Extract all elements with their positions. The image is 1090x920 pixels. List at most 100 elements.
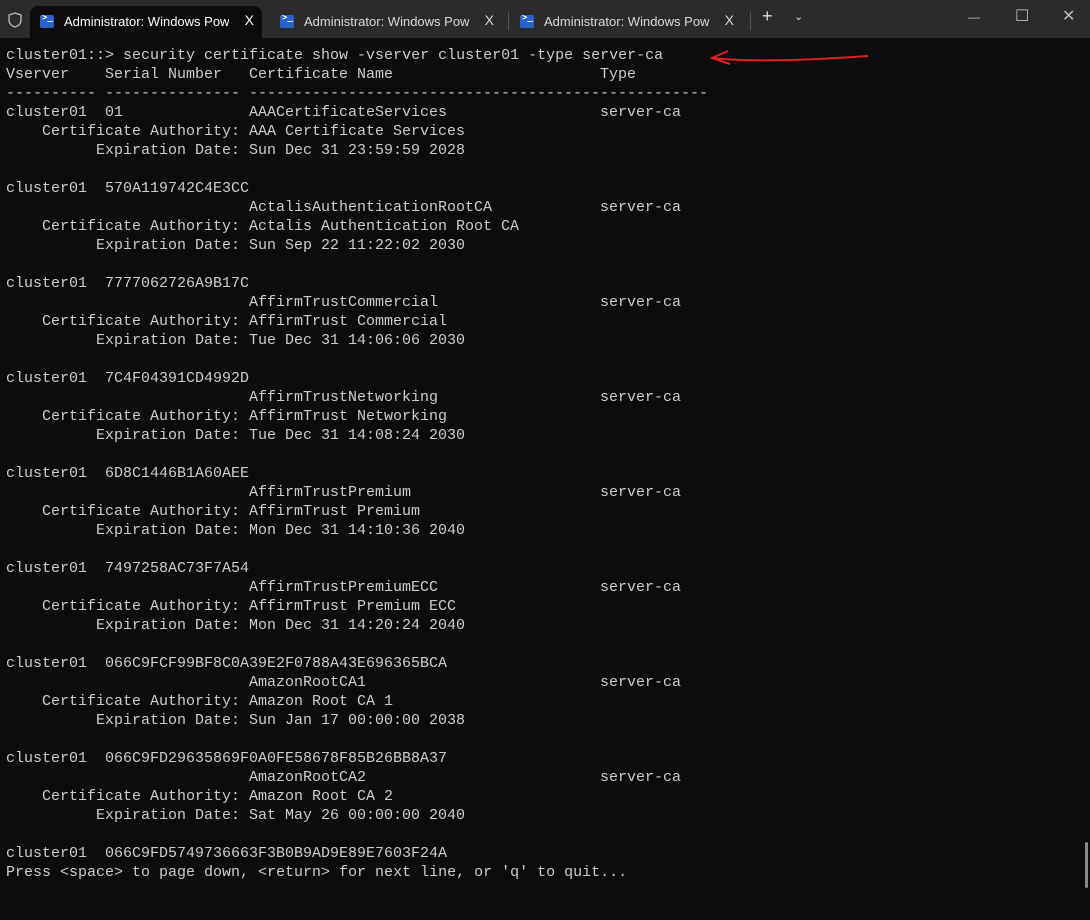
- cert-authority-row: Certificate Authority: Amazon Root CA 1: [6, 692, 393, 711]
- authority-label: Certificate Authority:: [42, 503, 241, 520]
- certificate-entry: cluster01 7497258AC73F7A54 AffirmTrustPrem…: [6, 559, 681, 654]
- cert-authority-row: Certificate Authority: AffirmTrust Networ…: [6, 407, 447, 426]
- cert-expiration-row: Expiration Date: Tue Dec 31 14:06:06 2030: [6, 331, 465, 350]
- tab-close-icon[interactable]: X: [485, 12, 494, 28]
- expiration-date: Mon Dec 31 14:10:36 2040: [249, 522, 466, 539]
- minimize-button[interactable]: —: [968, 10, 980, 24]
- tab-title: Administrator: Windows PowerShell: [64, 14, 229, 29]
- serial-number: 01: [105, 104, 124, 121]
- certificate-entry: cluster01 6D8C1446B1A60AEE AffirmTrustPrem…: [6, 464, 681, 559]
- scrollbar-thumb[interactable]: [1085, 842, 1088, 888]
- serial-number: 570A119742C4E3CC: [105, 180, 250, 197]
- expiration-date: Sat May 26 00:00:00 2040: [249, 807, 466, 824]
- certificate-entry: cluster01 7777062726A9B17C AffirmTrustComm…: [6, 274, 681, 369]
- command-line: cluster01::> security certificate show -…: [6, 46, 663, 65]
- serial-number: 066C9FD29635869F0A0FE58678F85B26BB8A37: [105, 750, 448, 767]
- terminal-output[interactable]: cluster01::> security certificate show -…: [6, 46, 708, 882]
- tab-3[interactable]: Administrator: Windows PowerShell X: [510, 6, 742, 38]
- vserver: cluster01: [6, 180, 88, 197]
- vserver: cluster01: [6, 750, 88, 767]
- maximize-button[interactable]: ☐: [1015, 6, 1029, 26]
- certificate-authority: AAA Certificate Services: [249, 123, 466, 140]
- expiration-label: Expiration Date:: [96, 332, 241, 349]
- certificate-name: ActalisAuthenticationRootCA: [249, 199, 493, 216]
- powershell-icon: [40, 13, 54, 28]
- cert-id-row: cluster01 7777062726A9B17C: [6, 274, 249, 293]
- tab-dropdown-button[interactable]: ⌄: [794, 10, 803, 23]
- cert-expiration-row: Expiration Date: Sun Jan 17 00:00:00 2038: [6, 711, 465, 730]
- certificate-name: AAACertificateServices: [249, 104, 448, 121]
- cert-authority-row: Certificate Authority: AAA Certificate Se…: [6, 122, 465, 141]
- expiration-label: Expiration Date:: [96, 142, 241, 159]
- expiration-date: Mon Dec 31 14:20:24 2040: [249, 617, 466, 634]
- tab-1[interactable]: Administrator: Windows PowerShell X: [30, 6, 262, 38]
- cert-id-row: cluster01 066C9FCF99BF8C0A39E2F0788A43E69…: [6, 654, 447, 673]
- separator-vserver: ----------: [6, 85, 97, 102]
- cert-expiration-row: Expiration Date: Tue Dec 31 14:08:24 2030: [6, 426, 465, 445]
- partial-row: cluster01 066C9FD5749736663F3B0B9AD9E89E…: [6, 844, 447, 863]
- cert-authority-row: Certificate Authority: Actalis Authentica…: [6, 217, 519, 236]
- tab-title: Administrator: Windows PowerShell: [304, 14, 469, 29]
- close-window-button[interactable]: ✕: [1062, 6, 1075, 26]
- cert-name-row: AffirmTrustNetworking server-ca: [6, 388, 681, 407]
- authority-label: Certificate Authority:: [42, 218, 241, 235]
- separator-serial: ---------------: [105, 85, 241, 102]
- certificate-entry: cluster01 01 AAACertificateServices server-…: [6, 103, 681, 179]
- powershell-icon: [520, 13, 534, 28]
- expiration-label: Expiration Date:: [96, 712, 241, 729]
- serial-number: 066C9FD5749736663F3B0B9AD9E89E7603F24A: [105, 845, 448, 862]
- cert-id-row: cluster01 066C9FD29635869F0A0FE58678F85B2…: [6, 749, 447, 768]
- certificate-name: AmazonRootCA2: [249, 769, 367, 786]
- vserver: cluster01: [6, 275, 88, 292]
- serial-number: 7777062726A9B17C: [105, 275, 250, 292]
- expiration-date: Sun Jan 17 00:00:00 2038: [249, 712, 466, 729]
- certificate-name: AffirmTrustPremiumECC: [249, 579, 439, 596]
- cert-authority-row: Certificate Authority: Amazon Root CA 2: [6, 787, 393, 806]
- cert-authority-row: Certificate Authority: AffirmTrust Premiu…: [6, 502, 420, 521]
- tab-close-icon[interactable]: X: [725, 12, 734, 28]
- tab-2[interactable]: Administrator: Windows PowerShell X: [270, 6, 502, 38]
- powershell-icon: [280, 13, 294, 28]
- certificate-type: server-ca: [600, 389, 682, 406]
- vserver: cluster01: [6, 655, 88, 672]
- certificate-name: AffirmTrustPremium: [249, 484, 412, 501]
- cert-authority-row: Certificate Authority: AffirmTrust Premiu…: [6, 597, 456, 616]
- certificate-entry: cluster01 066C9FD29635869F0A0FE58678F85B2…: [6, 749, 681, 844]
- certificate-authority: AffirmTrust Commercial: [249, 313, 448, 330]
- vserver: cluster01: [6, 845, 88, 862]
- command-text: cluster01::> security certificate show -…: [6, 47, 664, 64]
- cert-expiration-row: Expiration Date: Sun Sep 22 11:22:02 2030: [6, 236, 465, 255]
- vserver: cluster01: [6, 370, 88, 387]
- tab-close-icon[interactable]: X: [245, 12, 254, 28]
- cert-expiration-row: Expiration Date: Sat May 26 00:00:00 2040: [6, 806, 465, 825]
- separator-name: ---------------------------------------: [249, 85, 601, 102]
- certificate-authority: Actalis Authentication Root CA: [249, 218, 520, 235]
- new-tab-button[interactable]: +: [762, 6, 773, 27]
- certificate-name: AffirmTrustNetworking: [249, 389, 439, 406]
- certificate-type: server-ca: [600, 769, 682, 786]
- certificate-entry: cluster01 7C4F04391CD4992D AffirmTrustNetw…: [6, 369, 681, 464]
- cert-authority-row: Certificate Authority: AffirmTrust Commer…: [6, 312, 447, 331]
- cert-id-row: cluster01 7497258AC73F7A54: [6, 559, 249, 578]
- serial-number: 7C4F04391CD4992D: [105, 370, 250, 387]
- authority-label: Certificate Authority:: [42, 408, 241, 425]
- certificate-authority: Amazon Root CA 1: [249, 693, 394, 710]
- certificate-name: AffirmTrustCommercial: [249, 294, 439, 311]
- certificate-authority: AffirmTrust Premium: [249, 503, 421, 520]
- cert-expiration-row: Expiration Date: Mon Dec 31 14:10:36 2040: [6, 521, 465, 540]
- vserver: cluster01: [6, 560, 88, 577]
- authority-label: Certificate Authority:: [42, 598, 241, 615]
- pager-prompt-text: Press <space> to page down, <return> for…: [6, 864, 628, 881]
- cert-name-row: ActalisAuthenticationRootCA server-ca: [6, 198, 681, 217]
- authority-label: Certificate Authority:: [42, 123, 241, 140]
- authority-label: Certificate Authority:: [42, 693, 241, 710]
- certificate-type: server-ca: [600, 484, 682, 501]
- expiration-label: Expiration Date:: [96, 522, 241, 539]
- cert-name-row: AffirmTrustPremium server-ca: [6, 483, 681, 502]
- cert-expiration-row: Expiration Date: Sun Dec 31 23:59:59 2028: [6, 141, 465, 160]
- tab-title: Administrator: Windows PowerShell: [544, 14, 709, 29]
